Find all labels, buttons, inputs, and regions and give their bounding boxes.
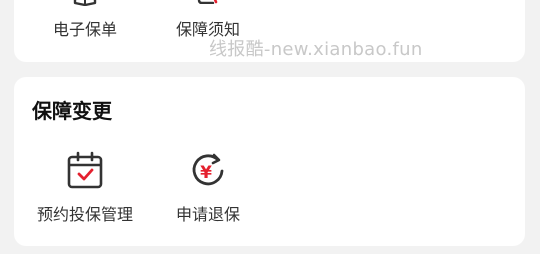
yuan-refund-icon: ¥ [192, 153, 224, 186]
document-icon [73, 0, 97, 6]
coverage-notice-entry[interactable]: 保障须知 [133, 0, 283, 40]
apply-surrender-entry[interactable]: ¥ 申请退保 [133, 147, 283, 227]
apply-surrender-label: 申请退保 [175, 205, 240, 224]
calendar-check-icon [67, 151, 103, 189]
coverage-change-card: 保障变更 预约投保管理 ¥ 申请退保 [14, 77, 525, 246]
section-title: 保障变更 [32, 99, 112, 123]
notice-icon [197, 0, 218, 4]
svg-text:¥: ¥ [200, 163, 212, 183]
watermark-text: 线报酷-new.xianbao.fun [209, 39, 423, 60]
